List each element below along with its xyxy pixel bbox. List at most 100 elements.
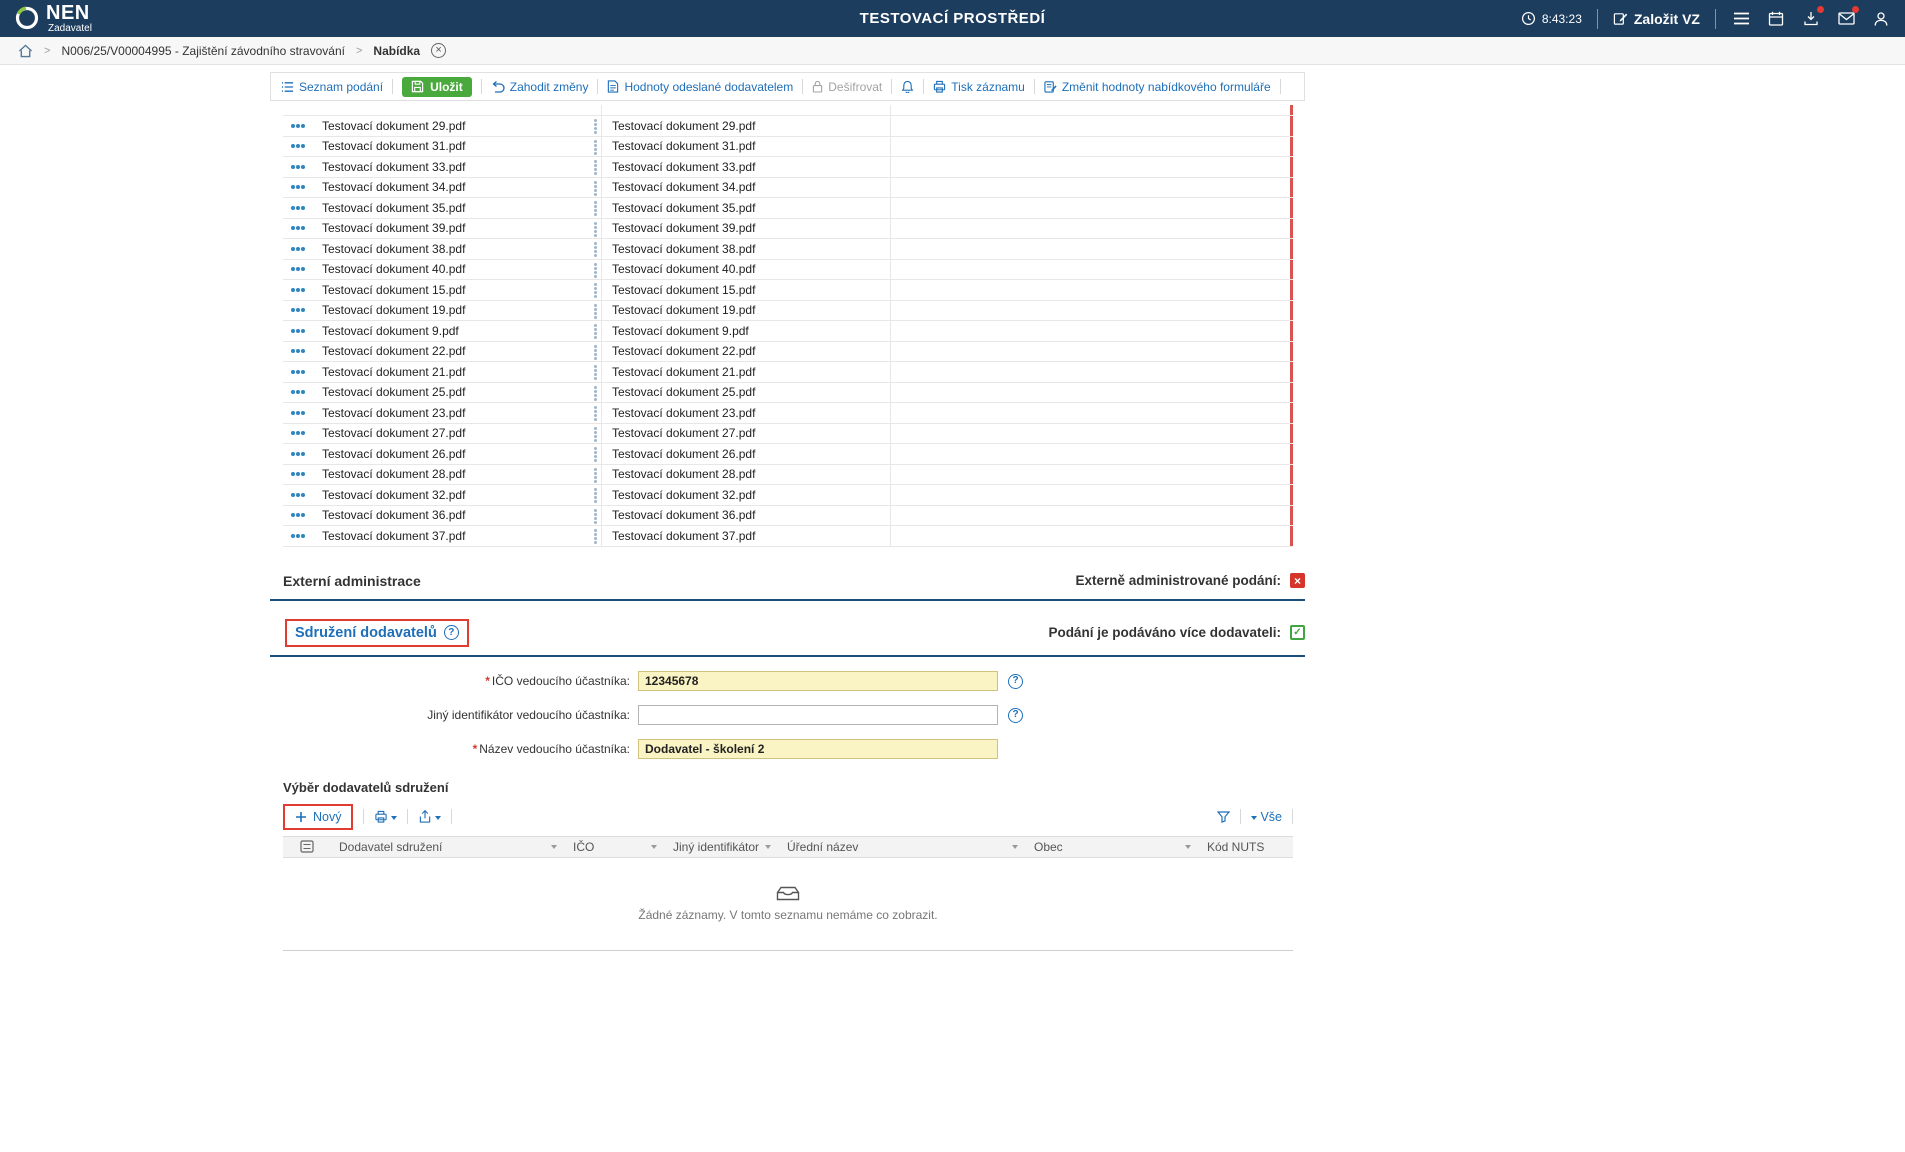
row-options-icon[interactable] bbox=[283, 267, 312, 272]
home-icon[interactable] bbox=[18, 43, 33, 58]
filter-caret-icon[interactable] bbox=[1185, 844, 1191, 849]
filter-caret-icon[interactable] bbox=[651, 844, 657, 849]
column-resize-handle-icon[interactable] bbox=[594, 119, 597, 122]
table-row[interactable]: Testovací dokument 25.pdf Testovací dokum… bbox=[283, 382, 1293, 403]
column-resize-handle-icon[interactable] bbox=[594, 283, 597, 286]
table-row[interactable]: Testovací dokument 19.pdf Testovací dokum… bbox=[283, 300, 1293, 321]
table-row[interactable]: Testovací dokument 28.pdf Testovací dokum… bbox=[283, 464, 1293, 485]
table-row[interactable]: Testovací dokument 29.pdf Testovací dokum… bbox=[283, 116, 1293, 137]
column-resize-handle-icon[interactable] bbox=[594, 406, 597, 409]
table-row[interactable]: Testovací dokument 27.pdf Testovací dokum… bbox=[283, 423, 1293, 444]
help-icon[interactable] bbox=[1008, 707, 1023, 723]
column-resize-handle-icon[interactable] bbox=[594, 242, 597, 245]
row-options-icon[interactable] bbox=[283, 492, 312, 497]
column-header[interactable]: Úřední název bbox=[779, 837, 1026, 857]
column-header[interactable]: Obec bbox=[1026, 837, 1199, 857]
column-resize-handle-icon[interactable] bbox=[594, 303, 597, 307]
row-options-icon[interactable] bbox=[283, 513, 312, 518]
filter-caret-icon[interactable] bbox=[1012, 844, 1018, 849]
filter-caret-icon[interactable] bbox=[765, 844, 772, 849]
calendar-button[interactable] bbox=[1766, 9, 1786, 29]
table-row[interactable]: Testovací dokument 36.pdf Testovací dokum… bbox=[283, 505, 1293, 526]
close-tab-icon[interactable] bbox=[431, 43, 447, 58]
column-settings-button[interactable] bbox=[283, 840, 331, 853]
table-row[interactable]: Testovací dokument 31.pdf Testovací dokum… bbox=[283, 136, 1293, 157]
new-button[interactable]: Nový bbox=[283, 803, 354, 830]
help-icon[interactable] bbox=[1008, 673, 1023, 689]
column-resize-handle-icon[interactable] bbox=[594, 262, 597, 266]
filter-icon[interactable] bbox=[1217, 810, 1231, 823]
row-options-icon[interactable] bbox=[283, 369, 312, 374]
row-options-icon[interactable] bbox=[283, 246, 312, 251]
downloads-button[interactable] bbox=[1801, 5, 1824, 29]
row-options-icon[interactable] bbox=[283, 390, 312, 395]
table-row[interactable]: Testovací dokument 32.pdf Testovací dokum… bbox=[283, 485, 1293, 506]
row-options-icon[interactable] bbox=[283, 205, 312, 210]
breadcrumb-project[interactable]: N006/25/V00004995 - Zajištění závodního … bbox=[61, 44, 345, 58]
column-resize-handle-icon[interactable] bbox=[594, 529, 597, 532]
create-vz-button[interactable]: Založit VZ bbox=[1613, 11, 1700, 27]
seznam-podani-button[interactable]: Seznam podání bbox=[281, 80, 383, 94]
filter-all-button[interactable]: Vše bbox=[1251, 810, 1282, 824]
column-resize-handle-icon[interactable] bbox=[594, 180, 597, 184]
row-options-icon[interactable] bbox=[283, 451, 312, 456]
column-resize-handle-icon[interactable] bbox=[594, 201, 597, 204]
app-logo[interactable]: NEN Zadavatel bbox=[14, 3, 92, 34]
column-header[interactable]: Kód NUTS bbox=[1199, 837, 1293, 857]
row-options-icon[interactable] bbox=[283, 123, 312, 128]
column-resize-handle-icon[interactable] bbox=[594, 426, 597, 430]
column-header[interactable]: Dodavatel sdružení bbox=[331, 837, 565, 857]
filter-caret-icon[interactable] bbox=[551, 844, 557, 849]
row-options-icon[interactable] bbox=[283, 410, 312, 415]
column-header[interactable]: IČO bbox=[565, 837, 665, 857]
column-resize-handle-icon[interactable] bbox=[594, 488, 597, 491]
save-button[interactable]: Uložit bbox=[402, 76, 472, 97]
table-row[interactable]: Testovací dokument 9.pdf Testovací dokume… bbox=[283, 321, 1293, 342]
row-options-icon[interactable] bbox=[283, 287, 312, 292]
table-row[interactable]: Testovací dokument 34.pdf Testovací dokum… bbox=[283, 177, 1293, 198]
row-options-icon[interactable] bbox=[283, 185, 312, 190]
row-options-icon[interactable] bbox=[283, 472, 312, 477]
ico-input[interactable] bbox=[638, 671, 998, 691]
row-options-icon[interactable] bbox=[283, 328, 312, 333]
table-row[interactable]: Testovací dokument 23.pdf Testovací dokum… bbox=[283, 403, 1293, 424]
name-input[interactable] bbox=[638, 739, 998, 759]
column-resize-handle-icon[interactable] bbox=[594, 160, 597, 163]
table-row[interactable]: Testovací dokument 38.pdf Testovací dokum… bbox=[283, 239, 1293, 260]
supplier-values-button[interactable]: Hodnoty odeslané dodavatelem bbox=[607, 80, 793, 94]
column-header[interactable]: Jiný identifikátor bbox=[665, 837, 779, 857]
table-row[interactable]: Testovací dokument 26.pdf Testovací dokum… bbox=[283, 444, 1293, 465]
row-options-icon[interactable] bbox=[283, 226, 312, 231]
column-resize-handle-icon[interactable] bbox=[594, 508, 597, 512]
column-resize-handle-icon[interactable] bbox=[594, 344, 597, 348]
column-resize-handle-icon[interactable] bbox=[594, 221, 597, 225]
column-resize-handle-icon[interactable] bbox=[594, 365, 597, 368]
discard-changes-button[interactable]: Zahodit změny bbox=[491, 80, 588, 94]
row-options-icon[interactable] bbox=[283, 144, 312, 149]
table-row[interactable]: Testovací dokument 22.pdf Testovací dokum… bbox=[283, 341, 1293, 362]
print-record-button[interactable]: Tisk záznamu bbox=[933, 80, 1025, 94]
notifications-button[interactable] bbox=[901, 80, 914, 93]
messages-button[interactable] bbox=[1836, 5, 1859, 29]
row-options-icon[interactable] bbox=[283, 308, 312, 313]
column-resize-handle-icon[interactable] bbox=[594, 324, 597, 327]
table-row[interactable]: Testovací dokument 35.pdf Testovací dokum… bbox=[283, 198, 1293, 219]
user-button[interactable] bbox=[1871, 9, 1891, 29]
table-row[interactable]: Testovací dokument 21.pdf Testovací dokum… bbox=[283, 362, 1293, 383]
checkbox-no-icon[interactable] bbox=[1290, 573, 1305, 588]
column-resize-handle-icon[interactable] bbox=[594, 385, 597, 389]
row-options-icon[interactable] bbox=[283, 349, 312, 354]
row-options-icon[interactable] bbox=[283, 164, 312, 169]
change-form-values-button[interactable]: Změnit hodnoty nabídkového formuláře bbox=[1044, 80, 1271, 94]
menu-button[interactable] bbox=[1731, 9, 1751, 29]
other-id-input[interactable] bbox=[638, 705, 998, 725]
table-row[interactable]: Testovací dokument 39.pdf Testovací dokum… bbox=[283, 218, 1293, 239]
table-row[interactable]: Testovací dokument 40.pdf Testovací dokum… bbox=[283, 259, 1293, 280]
export-grid-button[interactable] bbox=[418, 810, 442, 823]
column-resize-handle-icon[interactable] bbox=[594, 447, 597, 450]
column-resize-handle-icon[interactable] bbox=[594, 139, 597, 143]
table-row[interactable]: Testovací dokument 37.pdf Testovací dokum… bbox=[283, 526, 1293, 547]
checkbox-yes-icon[interactable] bbox=[1290, 625, 1305, 640]
print-grid-button[interactable] bbox=[374, 810, 398, 823]
row-options-icon[interactable] bbox=[283, 431, 312, 436]
